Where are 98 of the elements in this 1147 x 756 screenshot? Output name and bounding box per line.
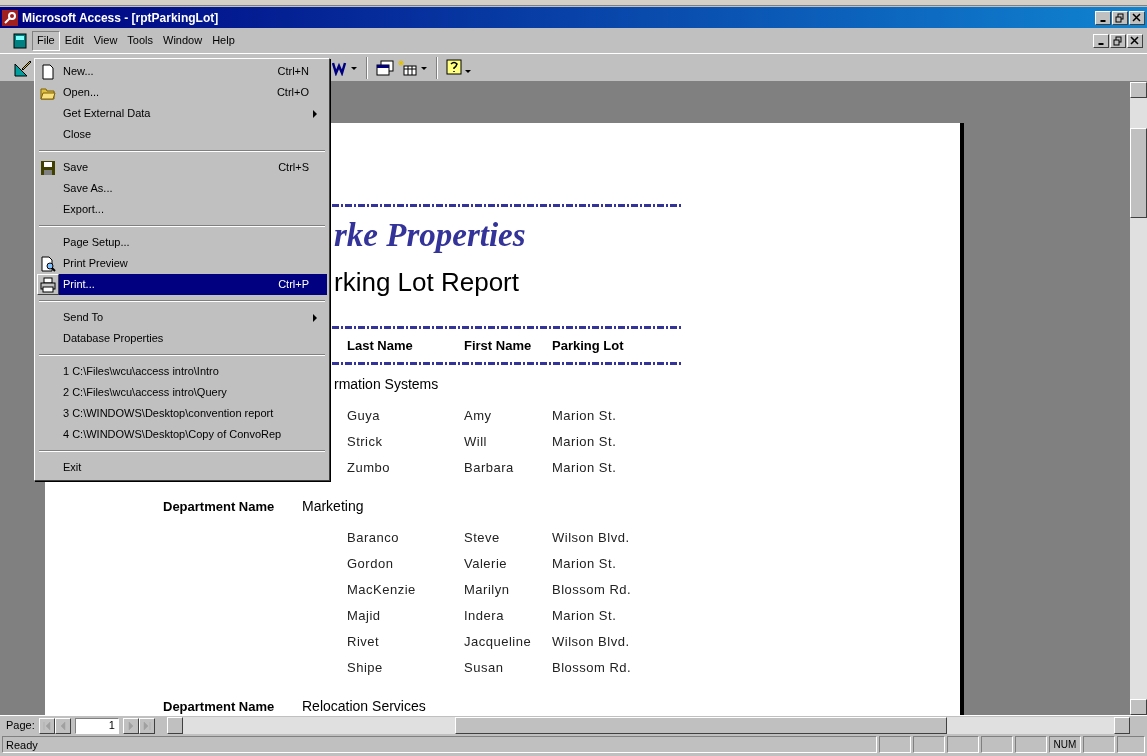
minimize-icon	[1098, 42, 1104, 45]
group-name: Marketing	[302, 496, 364, 516]
status-panel	[1117, 736, 1145, 753]
menu-item[interactable]: 2 C:\Files\wcu\access intro\Query	[59, 382, 327, 403]
menu-item[interactable]: 1 C:\Files\wcu\access intro\Intro	[59, 361, 327, 382]
status-panel	[947, 736, 979, 753]
print-preview-icon	[40, 255, 56, 272]
table-cell-text: Baranco	[347, 529, 400, 548]
status-text: Ready	[2, 736, 877, 753]
menu-item[interactable]: 4 C:\WINDOWS\Desktop\Copy of ConvoRep	[59, 424, 327, 445]
menu-item[interactable]: Page Setup...	[59, 232, 327, 253]
table-cell-text: Will	[464, 433, 488, 452]
arrow-icon	[58, 720, 67, 731]
table-cell-text: Indera	[464, 607, 505, 626]
table-cell-text: Marion St.	[552, 555, 617, 574]
horizontal-scrollbar[interactable]	[166, 717, 1130, 734]
menu-item[interactable]: Open... Ctrl+O	[59, 82, 327, 103]
table-cell-text: Susan	[464, 659, 505, 678]
table-cell-text: Gordon	[347, 555, 395, 574]
menu-item[interactable]: New... Ctrl+N	[59, 61, 327, 82]
table-cell-text: Barbara	[464, 459, 515, 478]
table-cell-text: Jacqueline	[464, 633, 533, 652]
table-cell-text: Marion St.	[552, 433, 617, 452]
minimize-button[interactable]	[1093, 33, 1109, 48]
group-name: Relocation Services	[302, 696, 426, 715]
window-title: Microsoft Access - [rptParkingLot]	[22, 9, 219, 27]
vertical-scrollbar[interactable]	[1130, 82, 1147, 715]
database-icon	[12, 32, 28, 49]
minimize-button[interactable]	[1095, 10, 1111, 25]
menu-title[interactable]: Help	[207, 30, 240, 51]
table-cell-text: Zumbo	[347, 459, 391, 478]
help-icon[interactable]	[446, 58, 474, 77]
arrow-bar-icon	[42, 720, 51, 731]
new-table-icon[interactable]	[398, 59, 428, 76]
table-cell-text: Marilyn	[464, 581, 511, 600]
table-cell-text: Rivet	[347, 633, 381, 652]
menu-title[interactable]: Edit	[59, 30, 89, 51]
ruler-pencil-icon[interactable]	[14, 58, 32, 77]
table-cell-text: Blossom Rd.	[552, 581, 632, 600]
menu-item[interactable]: Exit	[59, 457, 327, 478]
table-cell-text: Marion St.	[552, 407, 617, 426]
group-name: rmation Systems	[334, 374, 439, 394]
page-field[interactable]: 1	[74, 717, 119, 734]
menu-item[interactable]: Export...	[59, 199, 327, 220]
menu-item[interactable]: Save As...	[59, 178, 327, 199]
table-cell-text: Shipe	[347, 659, 384, 678]
close-button[interactable]	[1129, 10, 1145, 25]
column-header: First Name	[464, 336, 533, 355]
status-panel	[1083, 736, 1115, 753]
restore-button[interactable]	[1110, 33, 1126, 48]
menu-title[interactable]: Tools	[122, 30, 159, 51]
group-label: Department Name	[163, 698, 275, 714]
company-name: rke Properties	[334, 216, 526, 256]
restore-icon	[1115, 12, 1125, 23]
table-cell-text: Guya	[347, 407, 382, 426]
table-cell-text: Wilson Blvd.	[552, 529, 630, 548]
page-label: Page:	[6, 718, 35, 734]
close-icon	[1130, 35, 1140, 46]
menu-item[interactable]: Database Properties	[59, 328, 327, 349]
status-panel	[1015, 736, 1047, 753]
table-cell-text: Wilson Blvd.	[552, 633, 630, 652]
menu-title[interactable]: File	[32, 30, 60, 51]
column-header: Parking Lot	[552, 336, 624, 355]
restore-icon	[1113, 35, 1123, 46]
menu-item[interactable]: Send To	[59, 307, 327, 328]
printer-icon	[40, 276, 56, 293]
close-button[interactable]	[1127, 33, 1143, 48]
arrow-icon	[126, 720, 135, 731]
report-title: rking Lot Report	[334, 265, 519, 299]
table-cell-text: Marion St.	[552, 607, 617, 626]
restore-button[interactable]	[1112, 10, 1128, 25]
table-cell-text: Amy	[464, 407, 493, 426]
group-label: Department Name	[163, 498, 275, 514]
table-cell-text: Marion St.	[552, 459, 617, 478]
menu-item[interactable]: Print Preview	[59, 253, 327, 274]
menu-item[interactable]: 3 C:\WINDOWS\Desktop\convention report	[59, 403, 327, 424]
document-icon	[40, 63, 56, 80]
menu-item[interactable]: Close	[59, 124, 327, 145]
table-cell-text: Majid	[347, 607, 382, 626]
table-cell-text: MacKenzie	[347, 581, 417, 600]
table-cell-text: Blossom Rd.	[552, 659, 632, 678]
menu-title[interactable]: Window	[158, 30, 208, 51]
minimize-icon	[1100, 19, 1106, 22]
windows-icon[interactable]	[376, 59, 394, 76]
table-cell-text: Steve	[464, 529, 501, 548]
column-header: Last Name	[347, 336, 414, 355]
close-icon	[1132, 12, 1142, 23]
menu-title[interactable]: View	[88, 30, 123, 51]
menu-item[interactable]: Get External Data	[59, 103, 327, 124]
status-panel	[913, 736, 945, 753]
menu-item[interactable]: Save Ctrl+S	[59, 157, 327, 178]
status-panel	[879, 736, 911, 753]
status-panel	[981, 736, 1013, 753]
table-cell-text: Strick	[347, 433, 384, 452]
status-indicator: NUM	[1049, 736, 1081, 753]
menu-item[interactable]: Print... Ctrl+P	[59, 274, 327, 295]
table-cell-text: Valerie	[464, 555, 508, 574]
arrow-bar-icon	[142, 720, 151, 731]
